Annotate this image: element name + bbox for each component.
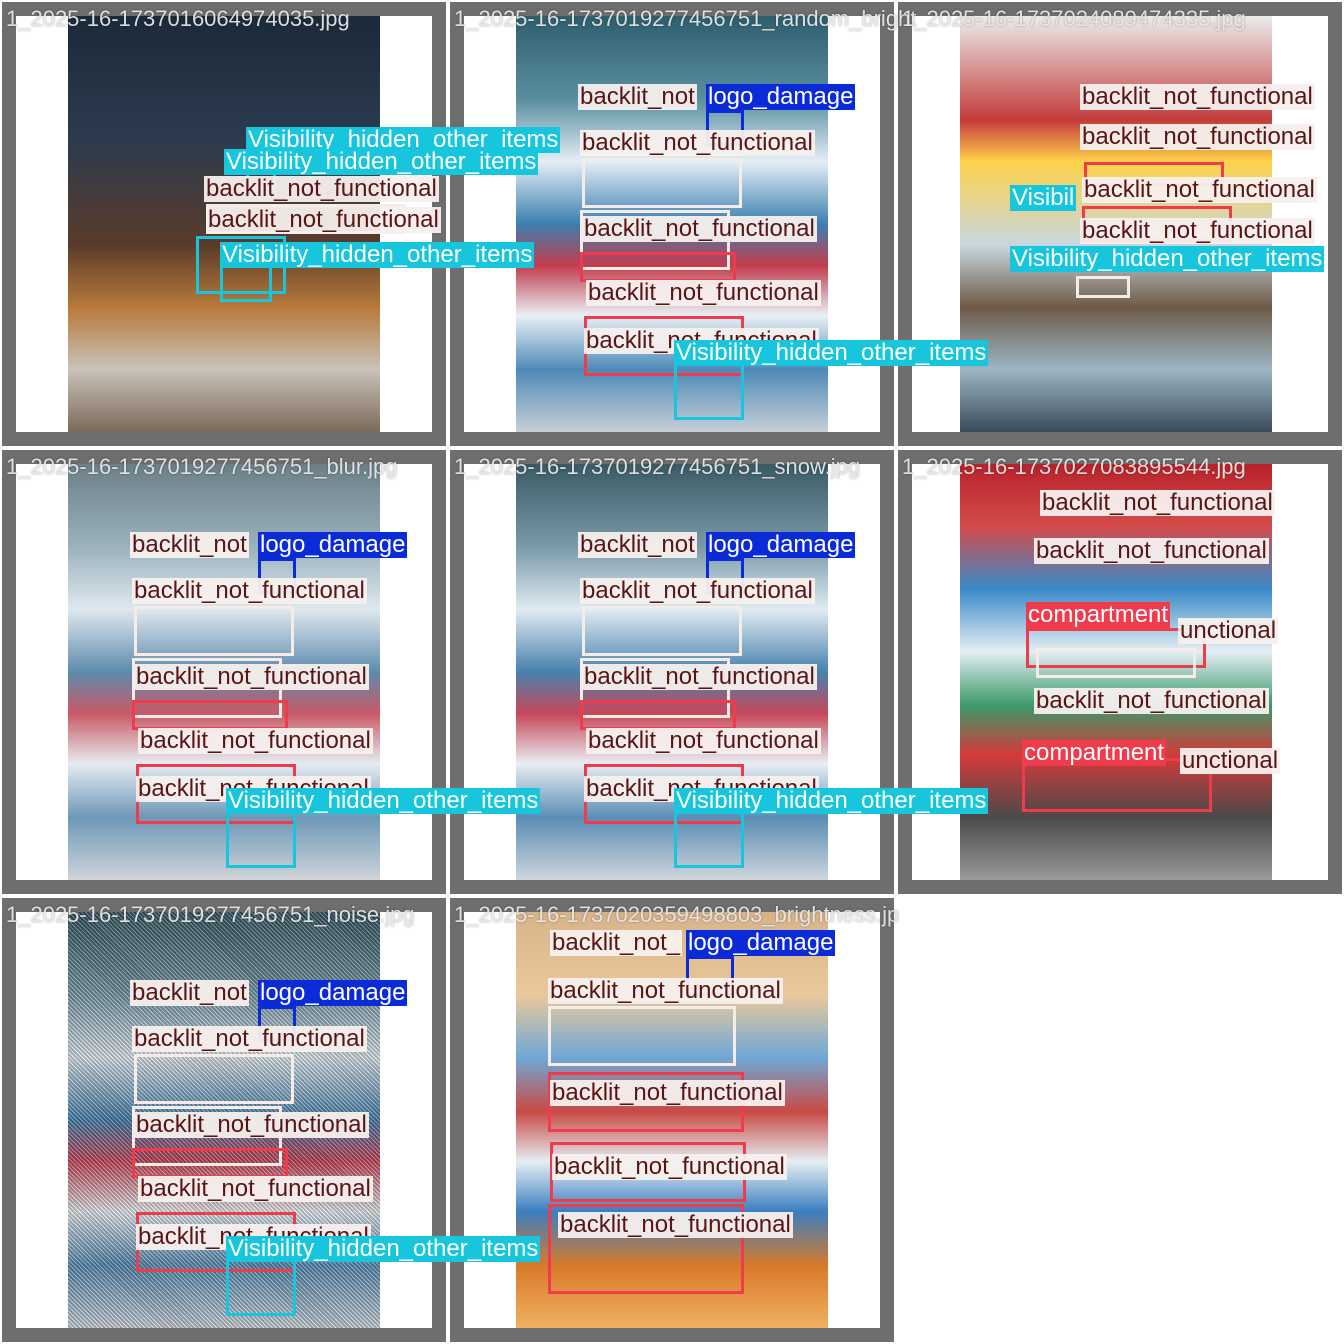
detection-label: Visibility_hidden_other_items [1010,245,1325,272]
tile-filename: 1_2025-16-1737019277456751_blur.jpg [6,454,398,479]
detection-label: backlit_not_functional [1080,217,1315,244]
detection-label: backlit_not_functional [582,215,817,242]
detection-label: backlit_not_functional [586,727,821,754]
detection-label: Visibility_hidden_other_items [220,241,535,268]
tile-filename: 1_2025-16-1737019277456751_noise.jpg [6,902,415,927]
tile-filename: 1_2025-16-1737020359498803_brightness.jp [454,902,900,927]
detection-label: logo_damage [706,531,856,558]
detection-label: backlit_not_functional [206,206,441,233]
detection-box [134,1054,294,1104]
tile-filename: 1_2025-16-1737027083895544.jpg [902,454,1246,479]
detection-label: backlit_not [130,531,249,558]
detection-label: Visibility_hidden_other_items [674,787,989,814]
detection-label: Visibility_hidden_other_items [674,339,989,366]
detection-label: backlit_not [578,531,697,558]
detection-label: backlit_not_functional [586,279,821,306]
detection-box [582,158,742,208]
detection-box [132,1148,288,1178]
detection-box [226,1256,296,1316]
detection-label: backlit_not_functional [132,577,367,604]
tile-filename: 1_2025-16-1737019277456751_random_bright [454,6,917,31]
detection-box [580,700,736,730]
prediction-tile: backlit_not_ logo_damage backlit_not_funct… [448,896,900,1344]
prediction-tile: backlit_not logo_damage backlit_not_functi… [448,448,989,896]
prediction-tile: Visibility_hidden_other_items Visibility_… [0,0,561,448]
detection-label: backlit_not_functional [138,1175,373,1202]
detection-box [674,360,744,420]
detection-label: backlit_not_functional [552,1153,787,1180]
detection-mosaic: Visibility_hidden_other_items Visibility_… [0,0,1344,1344]
detection-box [1076,276,1130,298]
detection-label: backlit_not_functional [1080,123,1315,150]
detection-label: backlit_not_functional [580,577,815,604]
detection-label: Visibility_hidden_other_items [224,148,539,175]
detection-label: backlit_not_functional [1034,687,1269,714]
detection-label: unctional [1178,617,1279,644]
detection-box [582,606,742,656]
detection-label: backlit_not_functional [132,1025,367,1052]
detection-box [580,252,736,282]
detection-label: backlit_not_functional [1080,83,1315,110]
detection-box [674,808,744,868]
detection-label: backlit_not_functional [138,727,373,754]
detection-label: Visibil [1010,184,1077,211]
detection-box [226,808,296,868]
detection-box [134,606,294,656]
detection-label: Visibility_hidden_other_items [226,1235,541,1262]
detection-label: backlit_not_functional [134,663,369,690]
detection-label: backlit_not_functional [204,175,439,202]
detection-box [132,700,288,730]
detection-label: backlit_not [130,979,249,1006]
detection-label: backlit_not_functional [134,1111,369,1138]
detection-label: backlit_not_ [550,929,683,956]
tile-filename: 1_2025-16-1737024089474335.jpg [902,6,1246,31]
detection-label: Visibility_hidden_other_items [226,787,541,814]
detection-label: backlit_not_functional [1040,489,1275,516]
tile-filename: 1_2025-16-1737016064974035.jpg [6,6,350,31]
detection-label: backlit_not_functional [558,1211,793,1238]
empty-slot [896,896,1344,1344]
detection-label: logo_damage [706,83,856,110]
detection-box [548,1006,736,1066]
detection-label: logo_damage [258,531,408,558]
prediction-tile: backlit_not logo_damage backlit_not_functi… [0,448,541,896]
detection-label: compartment [1026,601,1171,628]
detection-label: logo_damage [686,929,836,956]
detection-label: logo_damage [258,979,408,1006]
prediction-tile: backlit_not logo_damage backlit_not_functi… [0,896,541,1344]
prediction-tile: backlit_not_functional backlit_not_functi… [896,0,1344,448]
detection-label: backlit_not_functional [1034,537,1269,564]
detection-label: unctional [1180,747,1281,774]
detection-label: backlit_not_functional [580,129,815,156]
detection-label: compartment [1022,739,1167,766]
detection-label: backlit_not_functional [548,977,783,1004]
detection-label: backlit_not_functional [582,663,817,690]
detection-label: backlit_not_functional [1082,176,1317,203]
tile-filename: 1_2025-16-1737019277456751_snow.jpg [454,454,861,479]
prediction-tile: backlit_not_functional backlit_not_functi… [896,448,1344,896]
detection-box [1036,648,1196,678]
detection-label: backlit_not_functional [550,1079,785,1106]
prediction-tile: backlit_not logo_damage backlit_not_functi… [448,0,989,448]
detection-label: backlit_not [578,83,697,110]
